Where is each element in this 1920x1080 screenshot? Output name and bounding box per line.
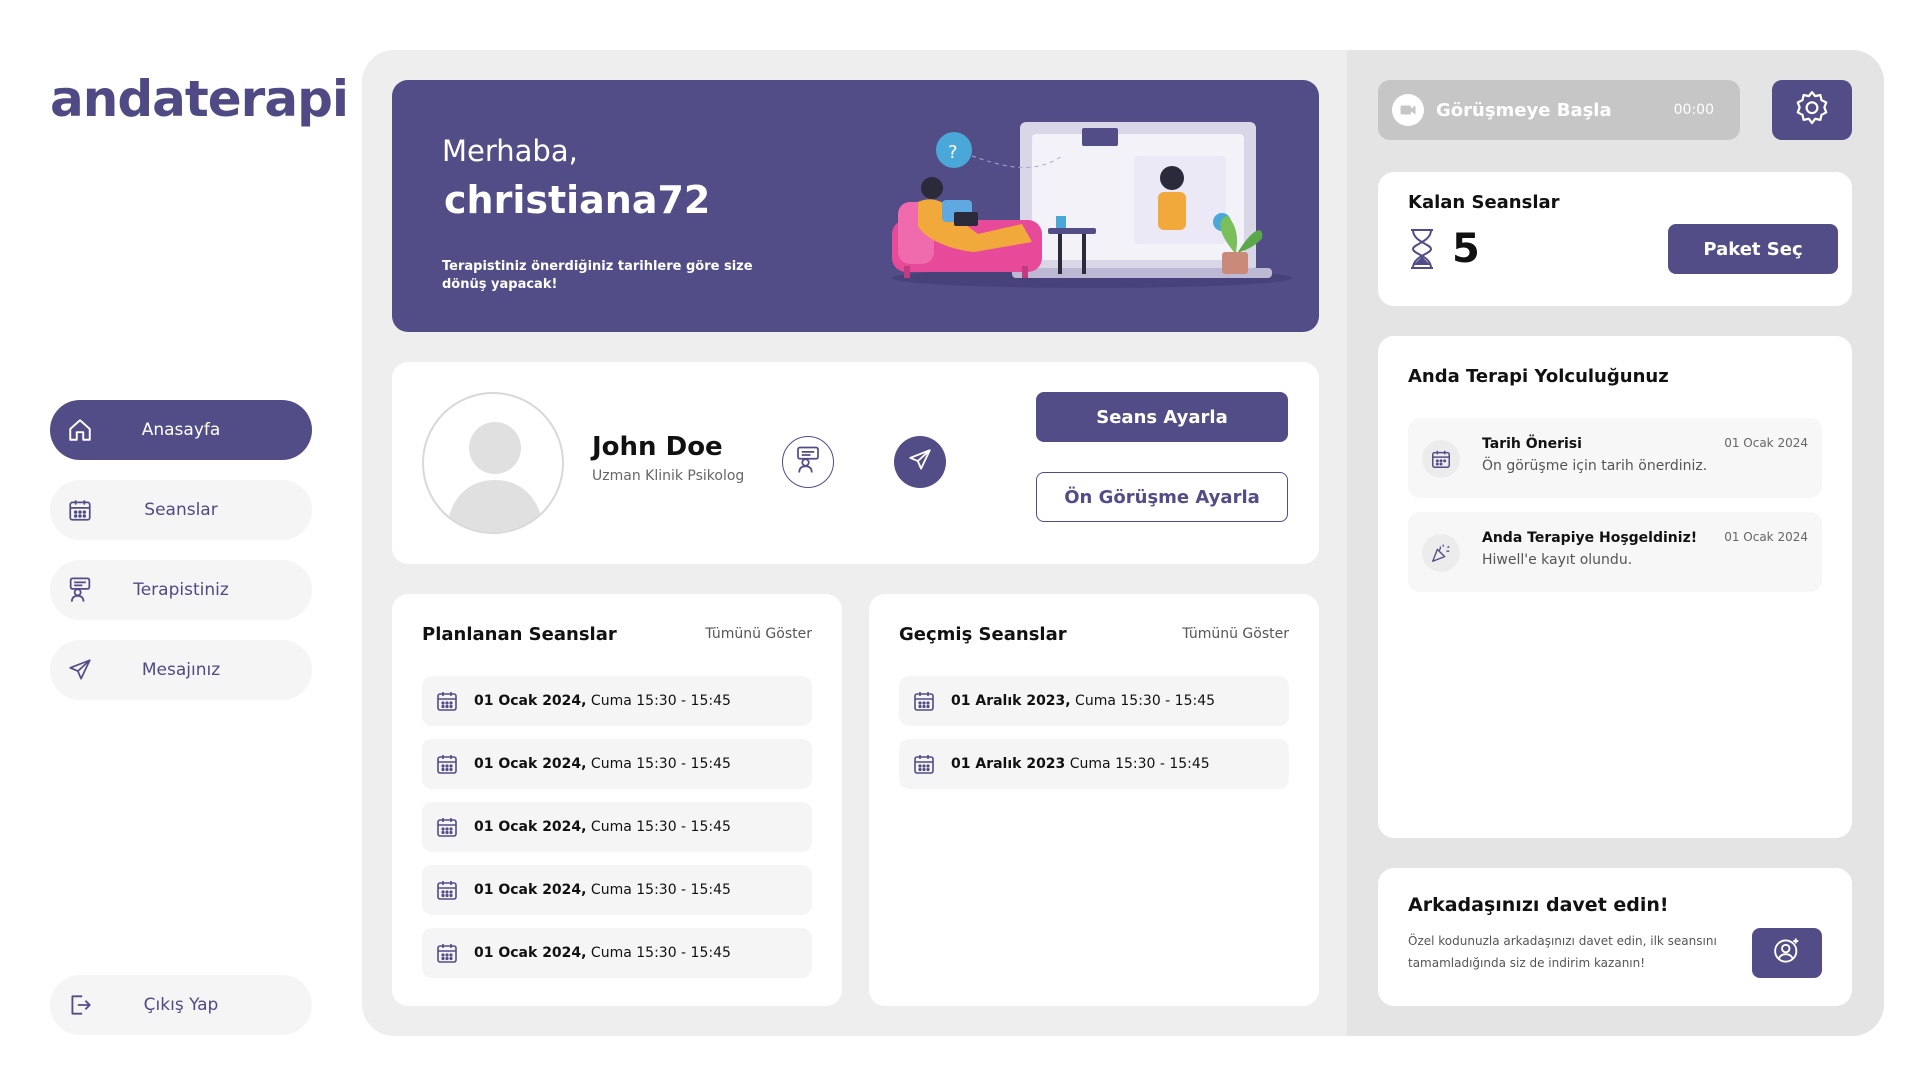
remaining-count: 5 <box>1452 226 1480 272</box>
sidebar-item-anasayfa[interactable]: Anasayfa <box>50 400 312 460</box>
planned-sessions-card: Planlanan Seanslar Tümünü Göster 01 Ocak… <box>392 594 842 1006</box>
therapist-icon <box>793 445 823 479</box>
settings-button[interactable] <box>1772 80 1852 140</box>
journey-item-desc: Ön görüşme için tarih önerdiniz. <box>1482 458 1708 474</box>
journey-item: Anda Terapiye Hoşgeldiniz! Hiwell'e kayı… <box>1408 512 1822 592</box>
calendar-icon <box>434 751 460 777</box>
call-timer: 00:00 <box>1673 102 1714 118</box>
logout-icon <box>66 991 94 1019</box>
session-row[interactable]: 01 Ocak 2024, Cuma 15:30 - 15:45 <box>422 676 812 726</box>
session-date: 01 Aralık 2023 <box>951 756 1066 772</box>
invite-friend-button[interactable] <box>1752 928 1822 978</box>
main-panel: Merhaba, christiana72 Terapistiniz önerd… <box>362 50 1884 1036</box>
logo[interactable]: andaterapi <box>50 70 349 128</box>
therapist-profile-button[interactable] <box>782 436 834 488</box>
on-gorusme-ayarla-button[interactable]: Ön Görüşme Ayarla <box>1036 472 1288 522</box>
remaining-sessions-heading: Kalan Seanslar <box>1408 192 1560 213</box>
session-time: Cuma 15:30 - 15:45 <box>586 819 731 835</box>
journey-item-title: Anda Terapiye Hoşgeldiniz! <box>1482 530 1698 546</box>
session-date: 01 Ocak 2024, <box>474 945 587 961</box>
calendar-icon <box>434 940 460 966</box>
send-icon <box>66 656 94 684</box>
invite-description: Özel kodunuzla arkadaşınızı davet edin, … <box>1408 934 1717 970</box>
session-row[interactable]: 01 Ocak 2024, Cuma 15:30 - 15:45 <box>422 865 812 915</box>
therapist-name: John Doe <box>592 432 723 462</box>
username: christiana72 <box>444 178 711 222</box>
session-row[interactable]: 01 Ocak 2024, Cuma 15:30 - 15:45 <box>422 739 812 789</box>
session-date: 01 Ocak 2024, <box>474 819 587 835</box>
calendar-icon <box>1422 440 1460 478</box>
session-row[interactable]: 01 Aralık 2023 Cuma 15:30 - 15:45 <box>899 739 1289 789</box>
session-row[interactable]: 01 Ocak 2024, Cuma 15:30 - 15:45 <box>422 928 812 978</box>
invite-heading: Arkadaşınızı davet edin! <box>1408 894 1669 916</box>
sidebar-item-terapistiniz[interactable]: Terapistiniz <box>50 560 312 620</box>
sidebar-item-mesajiniz[interactable]: Mesajınız <box>50 640 312 700</box>
session-time: Cuma 15:30 - 15:45 <box>1070 693 1216 709</box>
therapist-avatar <box>422 392 564 534</box>
past-show-all-link[interactable]: Tümünü Göster <box>1182 626 1289 642</box>
session-row[interactable]: 01 Aralık 2023, Cuma 15:30 - 15:45 <box>899 676 1289 726</box>
seans-ayarla-button[interactable]: Seans Ayarla <box>1036 392 1288 442</box>
session-date: 01 Aralık 2023, <box>951 693 1071 709</box>
session-time: Cuma 15:30 - 15:45 <box>1065 756 1210 772</box>
session-row[interactable]: 01 Ocak 2024, Cuma 15:30 - 15:45 <box>422 802 812 852</box>
gear-icon <box>1793 89 1831 131</box>
session-time: Cuma 15:30 - 15:45 <box>586 945 731 961</box>
svg-text:?: ? <box>948 142 958 163</box>
app-root: andaterapi Anasayfa Seanslar Terapistini… <box>0 0 1920 1080</box>
planned-show-all-link[interactable]: Tümünü Göster <box>705 626 812 642</box>
video-call-illustration: ? <box>892 122 1292 288</box>
invite-card: Arkadaşınızı davet edin! Özel kodunuzla … <box>1378 868 1852 1006</box>
session-date: 01 Ocak 2024, <box>474 882 587 898</box>
start-call-button[interactable]: Görüşmeye Başla 00:00 <box>1378 80 1740 140</box>
banner-subtitle: Terapistiniz önerdiğiniz tarihlere göre … <box>442 259 753 292</box>
calendar-icon <box>434 814 460 840</box>
session-time: Cuma 15:30 - 15:45 <box>586 882 731 898</box>
greeting: Merhaba, <box>442 134 578 168</box>
session-date: 01 Ocak 2024, <box>474 756 587 772</box>
calendar-icon <box>911 751 937 777</box>
journey-item: Tarih Önerisi Ön görüşme için tarih öner… <box>1408 418 1822 498</box>
welcome-banner: Merhaba, christiana72 Terapistiniz önerd… <box>392 80 1319 332</box>
therapist-title: Uzman Klinik Psikolog <box>592 468 745 484</box>
remaining-sessions-card: Kalan Seanslar 5 Paket Seç <box>1378 172 1852 306</box>
add-user-icon <box>1772 936 1802 970</box>
home-icon <box>66 416 94 444</box>
video-camera-icon <box>1392 94 1424 126</box>
calendar-icon <box>66 496 94 524</box>
journey-item-date: 01 Ocak 2024 <box>1724 436 1808 450</box>
hourglass-icon <box>1408 228 1436 274</box>
session-date: 01 Ocak 2024, <box>474 693 587 709</box>
send-message-button[interactable] <box>894 436 946 488</box>
calendar-icon <box>911 688 937 714</box>
party-icon <box>1422 534 1460 572</box>
paket-sec-button[interactable]: Paket Seç <box>1668 224 1838 274</box>
past-sessions-card: Geçmiş Seanslar Tümünü Göster 01 Aralık … <box>869 594 1319 1006</box>
planned-sessions-heading: Planlanan Seanslar <box>422 624 617 645</box>
journey-item-desc: Hiwell'e kayıt olundu. <box>1482 552 1633 568</box>
journey-item-date: 01 Ocak 2024 <box>1724 530 1808 544</box>
journey-card: Anda Terapi Yolculuğunuz Tarih Önerisi Ö… <box>1378 336 1852 838</box>
calendar-icon <box>434 688 460 714</box>
start-call-label: Görüşmeye Başla <box>1436 99 1612 121</box>
therapist-card: John Doe Uzman Klinik Psikolog Seans Aya… <box>392 362 1319 564</box>
sidebar-item-seanslar[interactable]: Seanslar <box>50 480 312 540</box>
logout-button[interactable]: Çıkış Yap <box>50 975 312 1035</box>
session-time: Cuma 15:30 - 15:45 <box>586 693 731 709</box>
calendar-icon <box>434 877 460 903</box>
journey-item-title: Tarih Önerisi <box>1482 436 1582 452</box>
session-time: Cuma 15:30 - 15:45 <box>586 756 731 772</box>
past-sessions-heading: Geçmiş Seanslar <box>899 624 1067 645</box>
send-icon <box>907 447 933 477</box>
therapist-icon <box>66 576 94 604</box>
journey-heading: Anda Terapi Yolculuğunuz <box>1408 366 1669 387</box>
